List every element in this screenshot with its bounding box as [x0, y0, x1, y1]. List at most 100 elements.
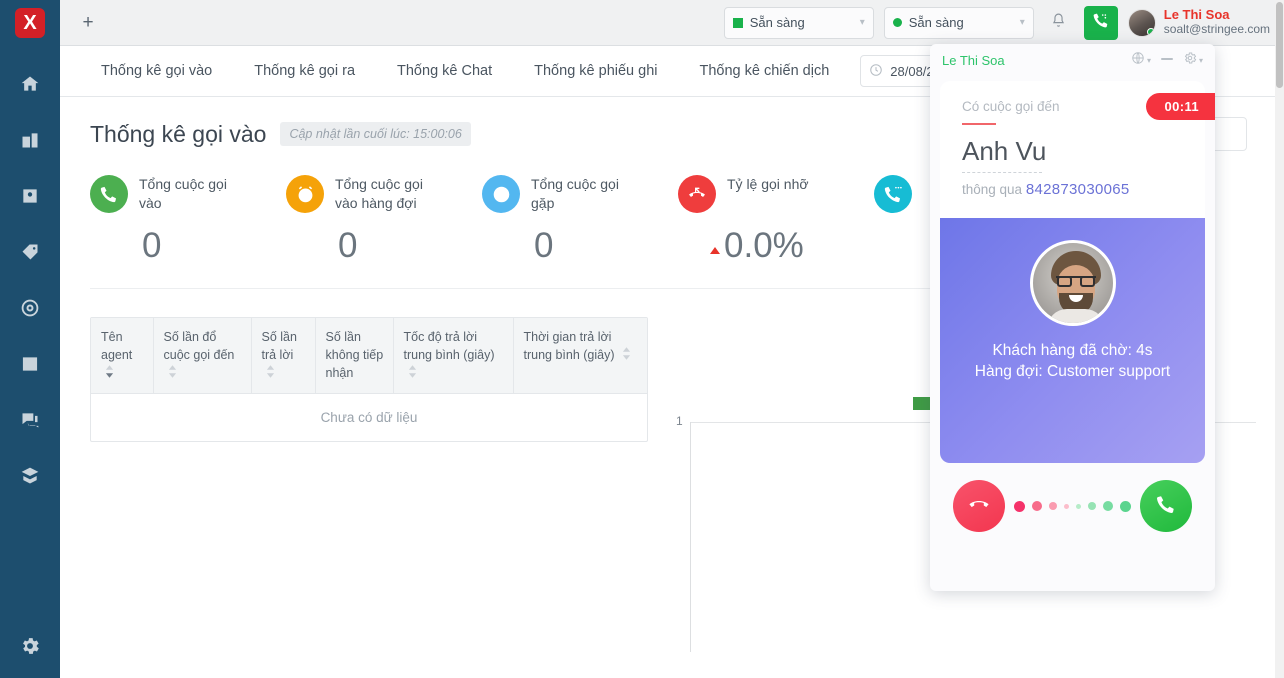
column-label: Tên agent — [101, 330, 132, 362]
column-header-avg-answer-time[interactable]: Thời gian trả lời trung bình (giây) — [513, 318, 647, 393]
face-icon — [482, 175, 520, 213]
column-label: Số lần trả lời — [262, 330, 297, 362]
user-name: Le Thi Soa — [1164, 8, 1270, 22]
tab-outgoing-call-stats[interactable]: Thống kê gọi ra — [233, 63, 376, 79]
page-title: Thống kê gọi vào — [90, 121, 266, 148]
call-via-line: thông qua 842873030065 — [940, 173, 1205, 218]
status-secondary-label: Sẵn sàng — [909, 15, 964, 30]
status-dot-icon — [893, 18, 902, 27]
building-icon — [20, 130, 40, 155]
tag-icon — [20, 242, 40, 267]
decline-call-button[interactable] — [953, 480, 1005, 532]
caller-name: Anh Vu — [940, 114, 1205, 167]
call-actions — [930, 463, 1215, 549]
call-ring-dots — [1014, 501, 1131, 512]
sort-icon[interactable] — [408, 365, 419, 383]
kpi-value: 0 — [482, 226, 678, 266]
sort-icon[interactable] — [168, 365, 179, 383]
kpi-value: 0 — [90, 226, 286, 266]
phone-icon — [1092, 11, 1110, 34]
app-logo[interactable]: X — [0, 0, 60, 46]
tab-chat-stats[interactable]: Thống kê Chat — [376, 63, 513, 79]
via-label: thông qua — [962, 182, 1022, 197]
user-menu[interactable]: Le Thi Soa soalt@stringee.com — [1128, 8, 1270, 37]
kpi-label: Tổng cuộc gọi vào hàng đợi — [335, 175, 447, 213]
ring-dot — [1088, 502, 1096, 510]
table-header-row: Tên agent Số lần đổ cuộc gọi đến — [91, 318, 647, 393]
gear-icon — [1183, 51, 1197, 70]
bar-chart-icon — [20, 354, 40, 379]
status-select-primary[interactable]: Sẵn sàng ▾ — [724, 7, 874, 39]
settings-button[interactable]: ▾ — [1183, 51, 1203, 70]
sidebar-item-chat[interactable] — [0, 394, 60, 450]
tab-incoming-call-stats[interactable]: Thống kê gọi vào — [80, 63, 233, 79]
y-axis-tick: 1 — [676, 414, 683, 428]
home-icon — [20, 74, 40, 99]
left-sidebar: X — [0, 0, 60, 678]
column-header-offered[interactable]: Số lần đổ cuộc gọi đến — [153, 318, 251, 393]
ring-dot — [1049, 502, 1057, 510]
column-header-agent-name[interactable]: Tên agent — [91, 318, 153, 393]
kpi-label: Tỷ lệ gọi nhỡ — [727, 175, 809, 194]
clock-icon — [869, 63, 883, 80]
chart-y-axis — [690, 422, 691, 652]
call-info-card: Có cuộc gọi đến 00:11 Anh Vu thông qua 8… — [940, 81, 1205, 218]
accept-call-button[interactable] — [1140, 480, 1192, 532]
sidebar-item-company[interactable] — [0, 114, 60, 170]
sidebar-item-tags[interactable] — [0, 226, 60, 282]
kpi-value-wrap: 0.0% — [678, 226, 874, 266]
column-header-not-accepted[interactable]: Số lần không tiếp nhận — [315, 318, 393, 393]
kpi-card-total-answered: Tổng cuộc gọi gặp 0 — [482, 175, 678, 289]
globe-icon — [1131, 51, 1145, 70]
scrollbar-thumb[interactable] — [1276, 2, 1283, 88]
sidebar-item-knowledge[interactable] — [0, 450, 60, 506]
agent-stats-table: Tên agent Số lần đổ cuộc gọi đến — [90, 317, 648, 442]
sort-icon[interactable] — [266, 365, 277, 383]
incoming-underline — [962, 123, 996, 125]
new-tab-button[interactable]: + — [60, 12, 116, 34]
tab-campaign-stats[interactable]: Thống kê chiến dịch — [678, 63, 850, 79]
sort-icon[interactable] — [105, 365, 116, 383]
ring-dot — [1014, 501, 1025, 512]
status-square-icon — [733, 18, 743, 28]
sidebar-item-contacts[interactable] — [0, 170, 60, 226]
column-label: Số lần đổ cuộc gọi đến — [164, 330, 235, 362]
notifications-button[interactable] — [1044, 7, 1074, 39]
column-header-avg-answer-speed[interactable]: Tốc độ trả lời trung bình (giây) — [393, 318, 513, 393]
kpi-label: Tổng cuộc gọi vào — [139, 175, 251, 213]
user-email: soalt@stringee.com — [1164, 22, 1270, 37]
kpi-card-total-incoming: Tổng cuộc gọi vào 0 — [90, 175, 286, 289]
minimize-button[interactable] — [1160, 51, 1174, 69]
sidebar-item-reports[interactable] — [0, 338, 60, 394]
alarm-clock-icon — [286, 175, 324, 213]
last-updated-chip: Cập nhật lần cuối lúc: 15:00:06 — [280, 122, 470, 146]
tab-ticket-stats[interactable]: Thống kê phiếu ghi — [513, 63, 678, 79]
kpi-label: Tổng cuộc gọi gặp — [531, 175, 643, 213]
kpi-card-missed-rate: Tỷ lệ gọi nhỡ 0.0% — [678, 175, 874, 289]
status-select-secondary[interactable]: Sẵn sàng ▾ — [884, 7, 1034, 39]
sidebar-item-home[interactable] — [0, 58, 60, 114]
phone-dots-icon — [874, 175, 912, 213]
graduation-cap-icon — [20, 466, 40, 491]
incoming-call-label: Có cuộc gọi đến — [962, 99, 1060, 114]
sidebar-item-settings[interactable] — [0, 635, 60, 662]
softphone-toggle-button[interactable] — [1084, 6, 1118, 40]
chevron-down-icon: ▾ — [860, 17, 865, 28]
customer-wait-time: Khách hàng đã chờ: 4s — [975, 340, 1170, 361]
phone-icon — [90, 175, 128, 213]
minimize-icon — [1160, 51, 1174, 69]
logo-letter: X — [15, 8, 45, 38]
avatar — [1128, 9, 1156, 37]
sort-icon[interactable] — [622, 347, 633, 365]
customer-queue-name: Hàng đợi: Customer support — [975, 361, 1170, 382]
sidebar-item-campaign[interactable] — [0, 282, 60, 338]
call-timer: 00:11 — [1146, 93, 1215, 120]
page-scrollbar[interactable] — [1275, 0, 1284, 678]
column-label: Số lần không tiếp nhận — [326, 330, 384, 380]
avatar-online-pip — [1147, 28, 1155, 36]
column-label: Tốc độ trả lời trung bình (giây) — [404, 330, 495, 362]
column-header-answered[interactable]: Số lần trả lời — [251, 318, 315, 393]
language-button[interactable]: ▾ — [1131, 51, 1151, 70]
chat-icon — [20, 410, 40, 435]
trend-up-icon — [710, 247, 720, 254]
